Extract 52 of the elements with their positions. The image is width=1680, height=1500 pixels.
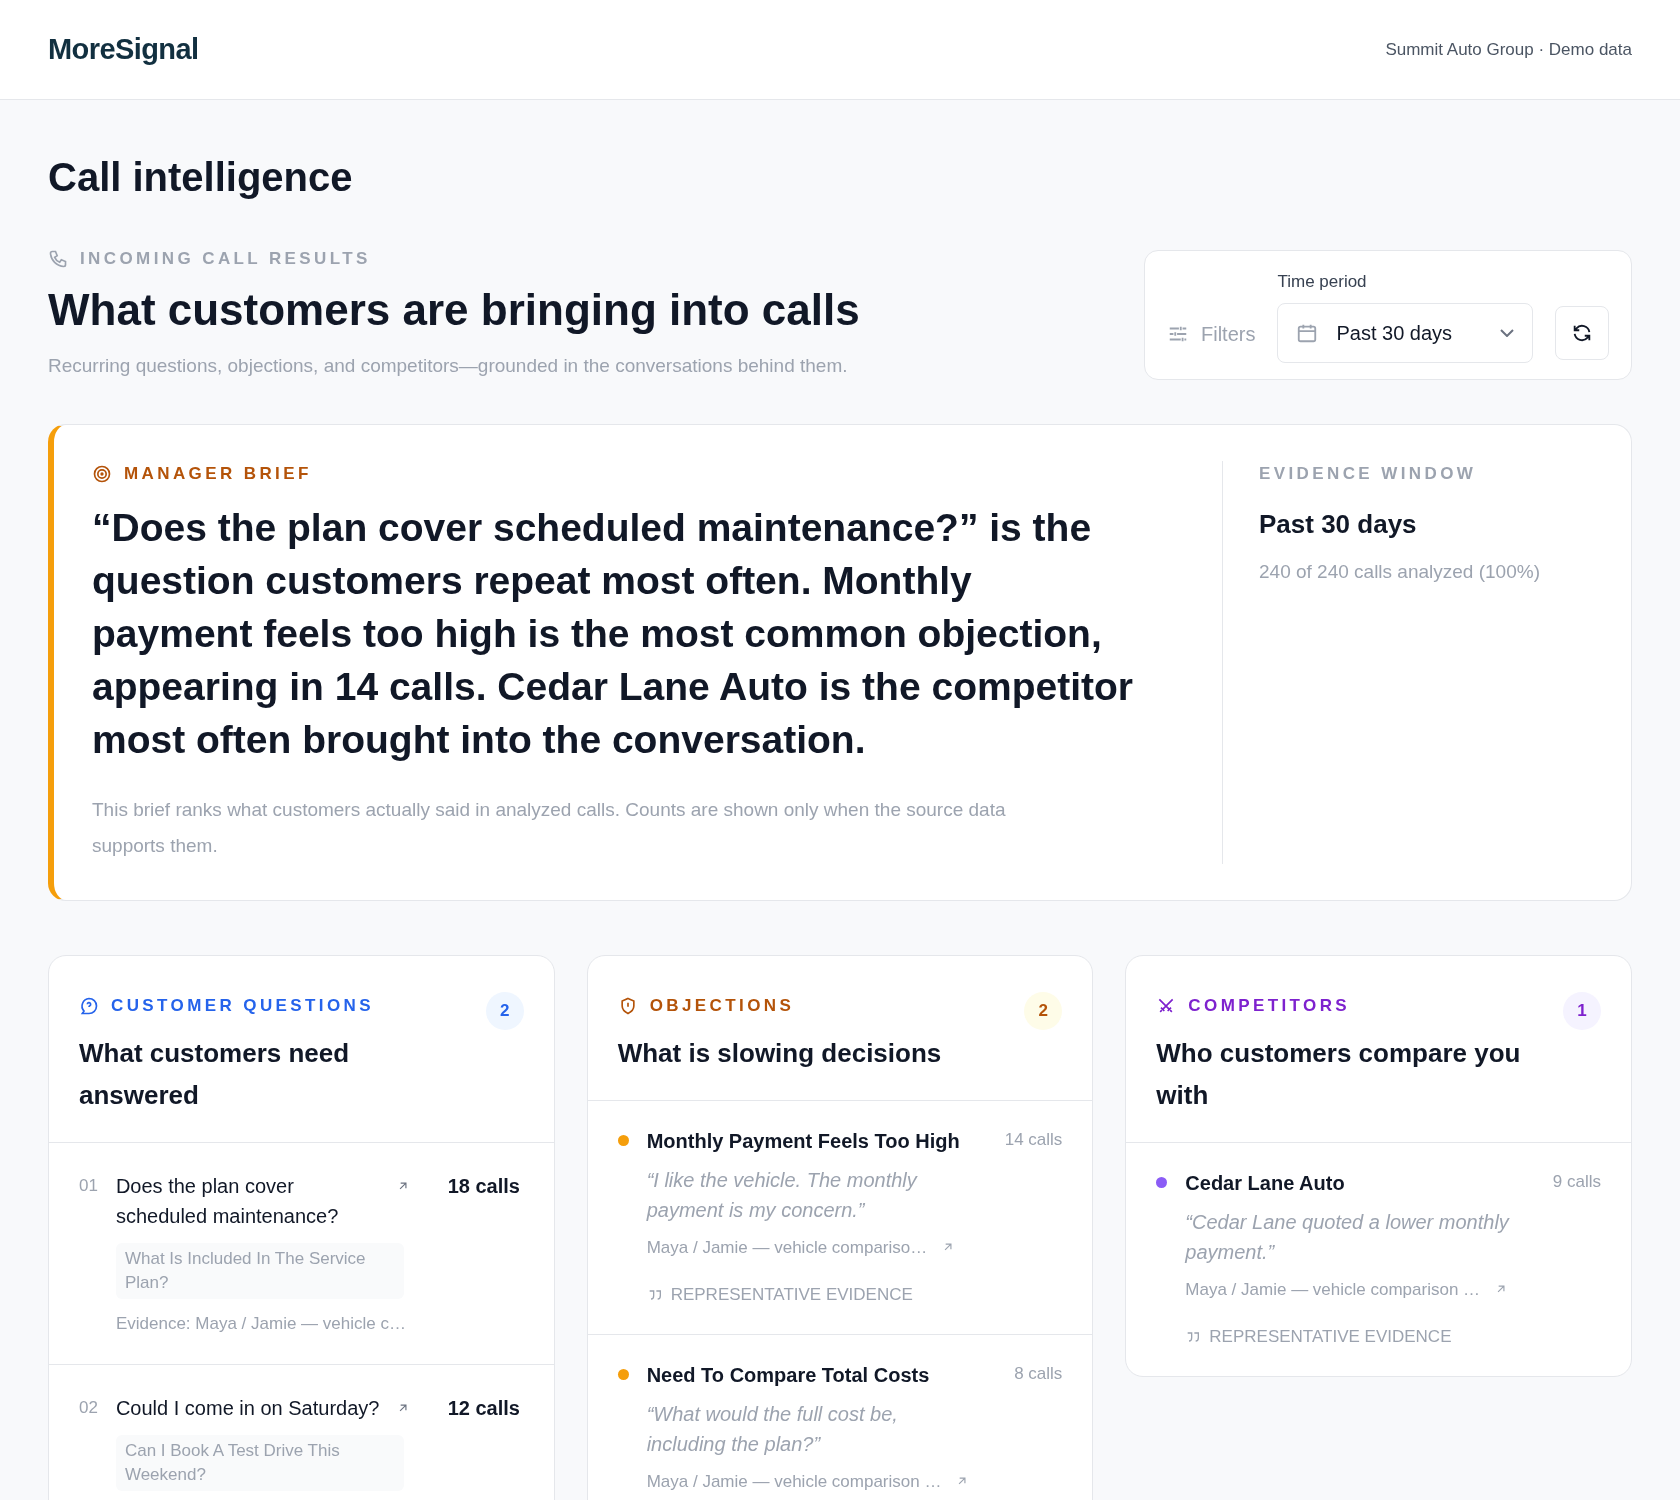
source-link[interactable]: Maya / Jamie — vehicle comparison … xyxy=(646,1468,942,1494)
section-eyebrow: INCOMING CALL RESULTS xyxy=(80,248,371,270)
brief-note: This brief ranks what customers actually said in analyzed calls. Counts are shown only when the source data supports them. xyxy=(92,797,1007,858)
customer-quote: “What would the full cost be, including the plan?” xyxy=(646,1401,899,1457)
panel-eyebrow: OBJECTIONS xyxy=(649,994,795,1017)
account-label: Summit Auto Group · Demo data xyxy=(1385,38,1632,61)
brief-summary: “Does the plan cover scheduled maintenance?” is the question customers repeat most often. Monthly payment feels too high is the most common objection, appearing in 14 calls. Cedar Lane Auto is the competitor most often brought into the conversation. xyxy=(92,504,1134,763)
panel-title: What is slowing decisions xyxy=(617,1036,943,1070)
logo[interactable]: MoreSignal xyxy=(48,27,199,72)
call-count: 18 calls xyxy=(446,1173,520,1199)
time-period-dropdown[interactable]: Past 30 days xyxy=(1277,302,1534,363)
brief-eyebrow: MANAGER BRIEF xyxy=(124,463,312,485)
panel-title: Who customers compare you with xyxy=(1156,1036,1522,1112)
chevron-down-icon xyxy=(1500,328,1515,337)
call-count: 12 calls xyxy=(446,1396,520,1421)
evidence-tag: REPRESENTATIVE EVIDENCE xyxy=(1209,1324,1452,1350)
question-bubble-icon xyxy=(79,995,99,1016)
target-icon xyxy=(92,463,112,484)
panel-title: What customers need answered xyxy=(79,1036,351,1112)
evidence-link[interactable]: Evidence: Maya / Jamie — vehicle c… xyxy=(115,1310,524,1336)
time-period-label: Time period xyxy=(1277,271,1368,293)
call-count: 9 calls xyxy=(1552,1170,1601,1193)
count-badge: 2 xyxy=(485,991,524,1030)
source-link[interactable]: Maya / Jamie — vehicle compariso… xyxy=(646,1234,928,1260)
item-title: Need To Compare Total Costs xyxy=(646,1362,931,1388)
evidence-tag: REPRESENTATIVE EVIDENCE xyxy=(670,1282,913,1308)
item-title: Cedar Lane Auto xyxy=(1185,1170,1346,1196)
call-count: 8 calls xyxy=(1014,1362,1063,1385)
evidence-detail: 240 of 240 calls analyzed (100%) xyxy=(1259,559,1541,584)
evidence-period: Past 30 days xyxy=(1259,507,1418,541)
question-text: Does the plan cover scheduled maintenance? xyxy=(115,1173,340,1229)
phone-icon xyxy=(48,248,68,269)
section-subtitle: Recurring questions, objections, and competitors—grounded in the conversations behind them. xyxy=(48,353,849,378)
filters-button[interactable]: Filters xyxy=(1167,304,1256,363)
panel-eyebrow: CUSTOMER QUESTIONS xyxy=(111,994,375,1017)
panel-eyebrow: COMPETITORS xyxy=(1188,994,1351,1017)
refresh-button[interactable] xyxy=(1555,305,1609,360)
rank-number: 01 xyxy=(79,1174,98,1197)
question-variant: Can I Book A Test Drive This Weekend? xyxy=(115,1435,404,1491)
customer-quote: “I like the vehicle. The monthly payment is my concern.” xyxy=(646,1167,919,1223)
rank-number: 02 xyxy=(79,1397,98,1419)
source-link[interactable]: Maya / Jamie — vehicle comparison … xyxy=(1185,1276,1481,1302)
section-heading: What customers are bringing into calls xyxy=(48,283,860,336)
count-badge: 2 xyxy=(1024,991,1063,1030)
item-title: Monthly Payment Feels Too High xyxy=(646,1128,961,1154)
evidence-eyebrow: EVIDENCE WINDOW xyxy=(1259,463,1478,485)
question-text: Could I come in on Saturday? xyxy=(115,1396,381,1421)
count-badge: 1 xyxy=(1563,991,1601,1030)
question-variant: What Is Included In The Service Plan? xyxy=(115,1242,404,1299)
customer-quote: “Cedar Lane quoted a lower monthly payment.” xyxy=(1185,1209,1511,1265)
call-count: 14 calls xyxy=(1004,1128,1063,1151)
page-title: Call intelligence xyxy=(48,154,354,201)
